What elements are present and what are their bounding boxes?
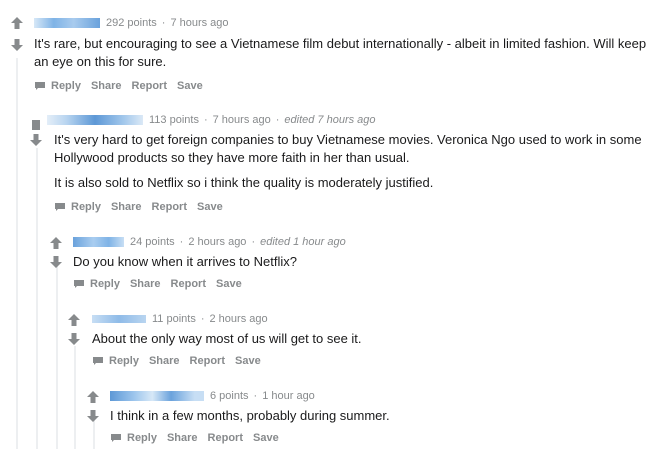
reply-button[interactable]: Reply	[127, 431, 157, 445]
timestamp[interactable]: 2 hours ago	[188, 235, 246, 249]
downvote-arrow-icon[interactable]	[10, 38, 24, 52]
thread-line[interactable]	[74, 346, 76, 449]
comment-paragraph: I think in a few months, probably during…	[110, 408, 390, 423]
thread-line[interactable]	[16, 58, 18, 449]
timestamp[interactable]: 1 hour ago	[262, 389, 315, 403]
username-redacted[interactable]	[110, 391, 204, 402]
downvote-arrow-icon[interactable]	[29, 133, 43, 147]
comment-meta: 24 points · 2 hours ago · edited 1 hour ago	[73, 235, 346, 249]
comment-body: It's very hard to get foreign companies …	[54, 131, 650, 199]
comment-paragraph: It is also sold to Netflix so i think th…	[54, 175, 434, 190]
username-redacted[interactable]	[34, 18, 100, 29]
report-button[interactable]: Report	[190, 354, 225, 368]
comment-actions: Reply Share Report Save	[54, 200, 233, 214]
downvote-arrow-icon[interactable]	[86, 409, 100, 423]
share-button[interactable]: Share	[111, 200, 142, 214]
reply-button[interactable]: Reply	[51, 79, 81, 93]
edited-timestamp: edited 1 hour ago	[260, 236, 346, 249]
thread-line[interactable]	[56, 266, 58, 449]
share-button[interactable]: Share	[167, 431, 198, 445]
chat-bubble-icon	[92, 356, 104, 366]
save-button[interactable]: Save	[235, 354, 261, 368]
save-button[interactable]: Save	[197, 200, 223, 214]
chat-bubble-icon	[54, 202, 66, 212]
upvote-arrow-icon[interactable]	[49, 236, 63, 250]
report-button[interactable]: Report	[132, 79, 167, 93]
comment-meta: 6 points · 1 hour ago	[110, 389, 315, 403]
timestamp[interactable]: 2 hours ago	[210, 312, 268, 326]
comment-meta: 113 points · 7 hours ago · edited 7 hours ag…	[47, 113, 376, 127]
report-button[interactable]: Report	[208, 431, 243, 445]
comment-paragraph: It's rare, but encouraging to see a Viet…	[34, 36, 647, 69]
save-button[interactable]: Save	[216, 277, 242, 291]
downvote-arrow-icon[interactable]	[67, 332, 81, 346]
comment-body: It's rare, but encouraging to see a Viet…	[34, 35, 650, 78]
comment-paragraph: Do you know when it arrives to Netflix?	[73, 254, 297, 269]
report-button[interactable]: Report	[152, 200, 187, 214]
upvote-arrow-icon[interactable]	[86, 390, 100, 404]
comment-meta: 11 points · 2 hours ago	[92, 312, 268, 326]
comment-actions: Reply Share Report Save	[73, 277, 252, 291]
share-button[interactable]: Share	[91, 79, 122, 93]
points: 292 points	[106, 17, 157, 30]
reply-button[interactable]: Reply	[71, 200, 101, 214]
comment-actions: Reply Share Report Save	[110, 431, 289, 445]
upvote-arrow-icon[interactable]	[67, 313, 81, 327]
reply-button[interactable]: Reply	[90, 277, 120, 291]
username-redacted[interactable]	[92, 315, 146, 324]
timestamp[interactable]: 7 hours ago	[213, 113, 271, 127]
points: 11 points	[152, 313, 196, 326]
report-button[interactable]: Report	[171, 277, 206, 291]
comment-body: I think in a few months, probably during…	[110, 407, 640, 432]
chat-bubble-icon	[34, 81, 46, 91]
comment-body: Do you know when it arrives to Netflix?	[73, 253, 643, 278]
thread-line[interactable]	[93, 420, 95, 449]
username-redacted[interactable]	[47, 115, 143, 126]
upvote-arrow-icon[interactable]	[29, 117, 43, 131]
share-button[interactable]: Share	[130, 277, 161, 291]
comment-actions: Reply Share Report Save	[92, 354, 271, 368]
chat-bubble-icon	[73, 279, 85, 289]
points: 113 points	[149, 114, 199, 127]
points: 24 points	[130, 236, 175, 249]
comment-body: About the only way most of us will get t…	[92, 330, 642, 355]
comment-paragraph: It's very hard to get foreign companies …	[54, 132, 642, 165]
upvote-arrow-icon[interactable]	[10, 16, 24, 30]
thread-line[interactable]	[36, 148, 38, 449]
downvote-arrow-icon[interactable]	[49, 255, 63, 269]
comment-actions: Reply Share Report Save	[34, 79, 213, 93]
save-button[interactable]: Save	[253, 431, 279, 445]
timestamp[interactable]: 7 hours ago	[170, 16, 228, 30]
edited-timestamp: edited 7 hours ago	[284, 114, 376, 127]
comment-paragraph: About the only way most of us will get t…	[92, 331, 362, 346]
comment-meta: 292 points · 7 hours ago	[34, 16, 229, 30]
share-button[interactable]: Share	[149, 354, 180, 368]
save-button[interactable]: Save	[177, 79, 203, 93]
username-redacted[interactable]	[73, 237, 124, 248]
reply-button[interactable]: Reply	[109, 354, 139, 368]
chat-bubble-icon	[110, 433, 122, 443]
points: 6 points	[210, 390, 249, 403]
